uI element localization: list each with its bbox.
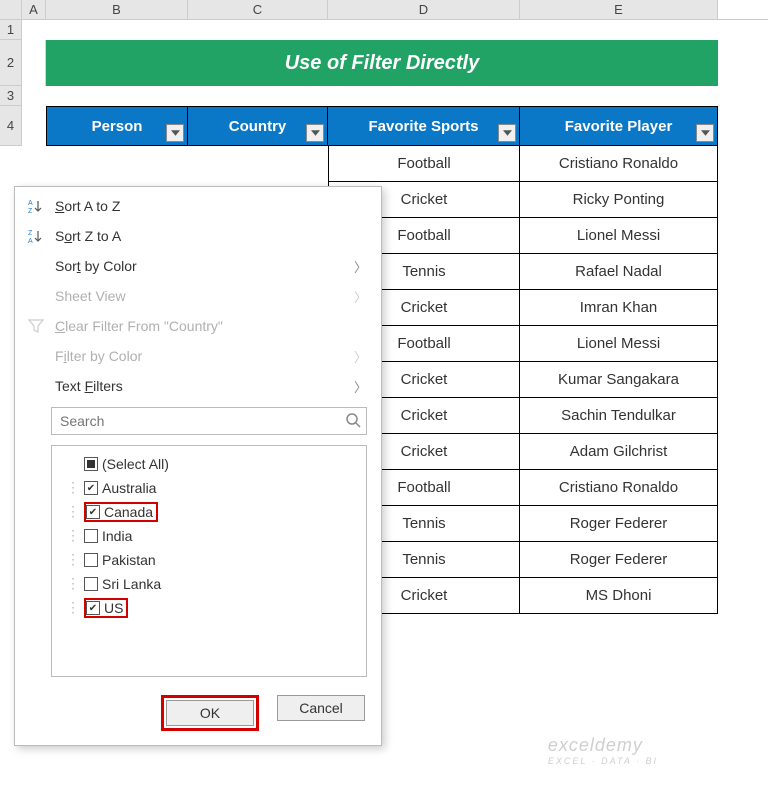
spreadsheet-grid: A B C D E 1 2 3 4 Use of Filter Directly…: [0, 0, 768, 20]
filter-button-country[interactable]: [306, 124, 324, 142]
cell-player[interactable]: Kumar Sangakara: [520, 362, 718, 398]
row-headers: 1 2 3 4: [0, 20, 22, 146]
filter-by-color: Filter by Color 〉: [15, 341, 381, 371]
filter-item-label: Pakistan: [102, 552, 156, 568]
sort-by-color-label: Sort by Color: [55, 258, 346, 274]
chevron-right-icon: 〉: [354, 377, 367, 396]
cell-player[interactable]: Adam Gilchrist: [520, 434, 718, 470]
search-icon: [345, 412, 361, 431]
header-country: Country: [188, 106, 328, 146]
clear-filter: Clear Filter From "Country": [15, 311, 381, 341]
header-country-label: Country: [229, 118, 287, 135]
ok-button[interactable]: OK: [166, 700, 254, 726]
cell-player[interactable]: Lionel Messi: [520, 218, 718, 254]
checkbox-checked-icon[interactable]: [86, 601, 100, 615]
sort-az-icon: AZ: [25, 198, 47, 214]
filter-button-sports[interactable]: [498, 124, 516, 142]
header-player-label: Favorite Player: [565, 118, 673, 135]
filter-item-pakistan[interactable]: ⋮ Pakistan: [56, 548, 362, 572]
col-header-E[interactable]: E: [520, 0, 718, 19]
svg-text:A: A: [28, 238, 33, 244]
filter-item-india[interactable]: ⋮ India: [56, 524, 362, 548]
filter-item-select-all[interactable]: (Select All): [56, 452, 362, 476]
cell-player[interactable]: Cristiano Ronaldo: [520, 146, 718, 182]
select-all-corner[interactable]: [0, 0, 22, 19]
column-headers: A B C D E: [0, 0, 768, 20]
sort-za-label: Sort Z to A: [55, 228, 367, 244]
row-header-4[interactable]: 4: [0, 106, 22, 146]
header-player: Favorite Player: [520, 106, 718, 146]
filter-button-player[interactable]: [696, 124, 714, 142]
header-person: Person: [46, 106, 188, 146]
cell-player[interactable]: Roger Federer: [520, 506, 718, 542]
page-title: Use of Filter Directly: [46, 40, 718, 86]
filter-checklist: (Select All) ⋮ Australia ⋮ Canada ⋮ Indi…: [51, 445, 367, 677]
cell-player[interactable]: Imran Khan: [520, 290, 718, 326]
filter-by-color-label: Filter by Color: [55, 348, 346, 364]
filter-item-label: Australia: [102, 480, 156, 496]
sheet-view-label: Sheet View: [55, 288, 346, 304]
row-header-3[interactable]: 3: [0, 86, 22, 106]
cell-player[interactable]: Rafael Nadal: [520, 254, 718, 290]
checkbox-unchecked-icon[interactable]: [84, 577, 98, 591]
filter-item-label: Sri Lanka: [102, 576, 161, 592]
checkbox-unchecked-icon[interactable]: [84, 553, 98, 567]
sort-za-icon: ZA: [25, 228, 47, 244]
clear-filter-icon: [25, 319, 47, 333]
text-filters[interactable]: Text Filters 〉: [15, 371, 381, 401]
filter-item-label: US: [104, 600, 123, 616]
checkbox-unchecked-icon[interactable]: [84, 529, 98, 543]
search-input[interactable]: [51, 407, 367, 435]
filter-dropdown: AZ Sort A to Z ZA Sort Z to A Sort by Co…: [14, 186, 382, 746]
header-person-label: Person: [92, 118, 143, 135]
chevron-right-icon: 〉: [354, 257, 367, 276]
cell-sports[interactable]: Football: [328, 146, 520, 182]
col-header-C[interactable]: C: [188, 0, 328, 19]
header-sports-label: Favorite Sports: [368, 118, 478, 135]
cancel-button[interactable]: Cancel: [277, 695, 365, 721]
filter-item-australia[interactable]: ⋮ Australia: [56, 476, 362, 500]
filter-button-person[interactable]: [166, 124, 184, 142]
filter-item-label: India: [102, 528, 132, 544]
filter-item-label: Canada: [104, 504, 153, 520]
header-sports: Favorite Sports: [328, 106, 520, 146]
checkbox-indeterminate-icon[interactable]: [84, 457, 98, 471]
svg-text:Z: Z: [28, 230, 33, 237]
cell-player[interactable]: Lionel Messi: [520, 326, 718, 362]
sort-z-to-a[interactable]: ZA Sort Z to A: [15, 221, 381, 251]
checkbox-checked-icon[interactable]: [84, 481, 98, 495]
svg-text:Z: Z: [28, 208, 33, 214]
ok-button-highlight: OK: [161, 695, 259, 731]
row-header-2[interactable]: 2: [0, 40, 22, 86]
watermark: exceldemy EXCEL · DATA · BI: [548, 735, 658, 766]
filter-item-label: (Select All): [102, 456, 169, 472]
chevron-right-icon: 〉: [354, 287, 367, 306]
cell-player[interactable]: Ricky Ponting: [520, 182, 718, 218]
clear-filter-label: Clear Filter From "Country": [55, 318, 367, 334]
sort-by-color[interactable]: Sort by Color 〉: [15, 251, 381, 281]
filter-item-canada[interactable]: ⋮ Canada: [56, 500, 362, 524]
sheet-view: Sheet View 〉: [15, 281, 381, 311]
col-header-D[interactable]: D: [328, 0, 520, 19]
col-header-B[interactable]: B: [46, 0, 188, 19]
sort-a-to-z[interactable]: AZ Sort A to Z: [15, 191, 381, 221]
filter-item-us[interactable]: ⋮ US: [56, 596, 362, 620]
col-header-A[interactable]: A: [22, 0, 46, 19]
cell-player[interactable]: Roger Federer: [520, 542, 718, 578]
row-header-1[interactable]: 1: [0, 20, 22, 40]
checkbox-checked-icon[interactable]: [86, 505, 100, 519]
cell-player[interactable]: Cristiano Ronaldo: [520, 470, 718, 506]
svg-text:A: A: [28, 200, 33, 207]
sort-az-label: Sort A to Z: [55, 198, 367, 214]
chevron-right-icon: 〉: [354, 347, 367, 366]
filter-item-srilanka[interactable]: ⋮ Sri Lanka: [56, 572, 362, 596]
text-filters-label: Text Filters: [55, 378, 346, 394]
cell-player[interactable]: MS Dhoni: [520, 578, 718, 614]
cell-player[interactable]: Sachin Tendulkar: [520, 398, 718, 434]
